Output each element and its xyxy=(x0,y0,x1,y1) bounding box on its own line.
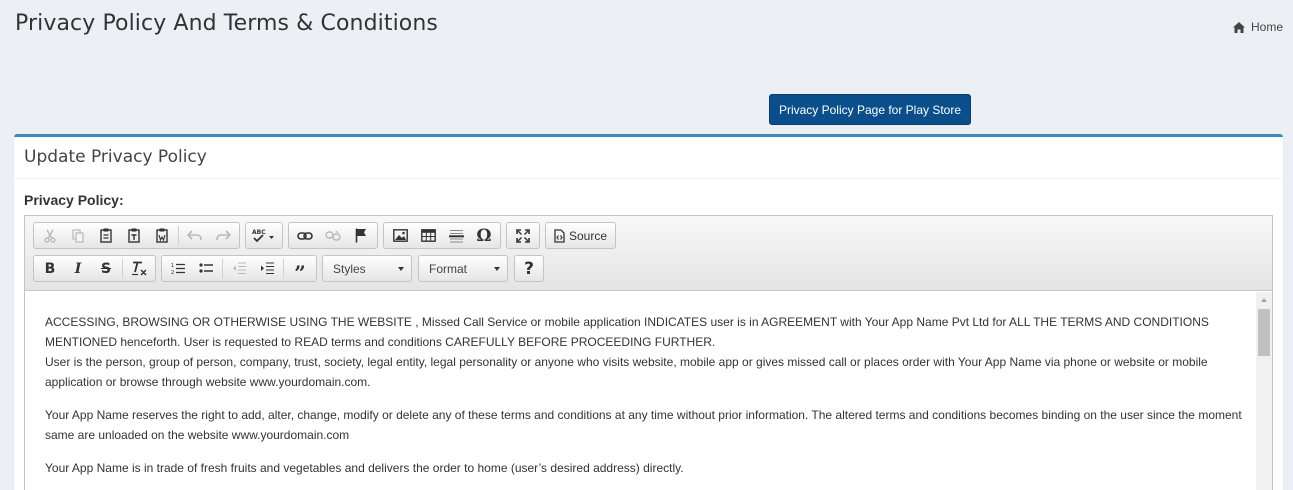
bold-icon[interactable]: B xyxy=(36,256,64,281)
cut-icon[interactable] xyxy=(36,223,64,248)
update-privacy-policy-box: Update Privacy Policy Privacy Policy: AB… xyxy=(14,134,1283,490)
styles-dropdown-label: Styles xyxy=(333,261,366,276)
format-dropdown[interactable]: Format xyxy=(418,255,508,282)
paste-text-icon[interactable] xyxy=(120,223,148,248)
breadcrumb-home-link[interactable]: Home xyxy=(1251,20,1283,34)
help-group: ? xyxy=(514,255,544,282)
format-dropdown-label: Format xyxy=(429,261,468,276)
maximize-icon[interactable] xyxy=(509,223,537,248)
maximize-group xyxy=(506,222,540,249)
chevron-down-icon xyxy=(398,266,404,271)
home-icon xyxy=(1232,21,1245,33)
numbered-list-icon[interactable]: 12 xyxy=(164,256,192,281)
editor-scrollbar[interactable] xyxy=(1256,292,1272,490)
content-paragraph: Your App Name is in trade of fresh fruit… xyxy=(45,461,684,475)
box-header: Update Privacy Policy xyxy=(14,137,1283,179)
scrollbar-thumb[interactable] xyxy=(1258,309,1270,356)
italic-icon[interactable]: I xyxy=(64,256,92,281)
horizontal-line-icon[interactable] xyxy=(442,223,470,248)
content-paragraph: Your App Name reserves the right to add,… xyxy=(45,408,1242,442)
breadcrumb[interactable]: Home xyxy=(1232,20,1283,34)
box-title: Update Privacy Policy xyxy=(24,147,207,167)
special-char-icon[interactable]: Ω xyxy=(470,223,498,248)
paragraph-text: ACCESSING, BROWSING OR OTHERWISE USING T… xyxy=(45,315,1209,349)
table-icon[interactable] xyxy=(414,223,442,248)
toolbar-separator xyxy=(122,259,123,278)
links-group xyxy=(288,222,378,249)
paste-icon[interactable] xyxy=(92,223,120,248)
scroll-up-icon[interactable] xyxy=(1261,298,1267,302)
paragraph-text: User is the person, group of person, com… xyxy=(45,355,1208,389)
copy-icon[interactable] xyxy=(64,223,92,248)
unlink-icon[interactable] xyxy=(319,223,347,248)
redo-icon[interactable] xyxy=(209,223,237,248)
toolbar-row-2: B I S 12 ” Styles Format ? xyxy=(33,254,1264,283)
anchor-icon[interactable] xyxy=(347,223,375,248)
link-icon[interactable] xyxy=(291,223,319,248)
strikethrough-icon[interactable]: S xyxy=(92,256,120,281)
content-paragraph: ACCESSING, BROWSING OR OTHERWISE USING T… xyxy=(45,312,1242,392)
insert-group: Ω xyxy=(383,222,501,249)
editor-toolbar: ABC Ω Source B I S 1 2 ” Styles Format ? xyxy=(25,216,1272,291)
svg-text:2: 2 xyxy=(171,270,174,275)
svg-text:1: 1 xyxy=(171,263,174,269)
privacy-policy-label: Privacy Policy: xyxy=(24,192,124,208)
clipboard-group xyxy=(33,222,240,249)
outdent-icon[interactable] xyxy=(225,256,253,281)
source-icon xyxy=(554,228,565,243)
remove-format-icon[interactable] xyxy=(125,256,153,281)
toolbar-separator xyxy=(222,259,223,278)
styles-dropdown[interactable]: Styles xyxy=(322,255,412,282)
image-icon[interactable] xyxy=(386,223,414,248)
source-group: Source xyxy=(545,222,617,249)
toolbar-separator xyxy=(178,226,179,245)
chevron-down-icon xyxy=(494,266,500,271)
privacy-policy-play-store-button[interactable]: Privacy Policy Page for Play Store xyxy=(769,94,971,125)
toolbar-row-1: ABC Ω Source xyxy=(33,221,1264,250)
basic-styles-group: B I S xyxy=(33,255,156,282)
bullet-list-icon[interactable] xyxy=(192,256,220,281)
undo-icon[interactable] xyxy=(181,223,209,248)
help-icon[interactable]: ? xyxy=(517,256,541,281)
blockquote-icon[interactable]: ” xyxy=(286,256,314,283)
indent-icon[interactable] xyxy=(253,256,281,281)
spellcheck-icon[interactable]: ABC xyxy=(248,223,280,248)
editor-content[interactable]: ACCESSING, BROWSING OR OTHERWISE USING T… xyxy=(25,292,1256,490)
page-title: Privacy Policy And Terms & Conditions xyxy=(15,11,438,36)
toolbar-separator xyxy=(283,259,284,278)
paste-word-icon[interactable] xyxy=(148,223,176,248)
paragraph-group: 12 ” xyxy=(161,255,317,283)
source-button[interactable]: Source xyxy=(548,223,613,248)
rich-text-editor: ABC Ω Source B I S 1 2 ” Styles Format ?… xyxy=(24,215,1273,490)
svg-text:ABC: ABC xyxy=(252,229,266,236)
spellcheck-group: ABC xyxy=(245,222,283,249)
source-label: Source xyxy=(569,228,608,243)
